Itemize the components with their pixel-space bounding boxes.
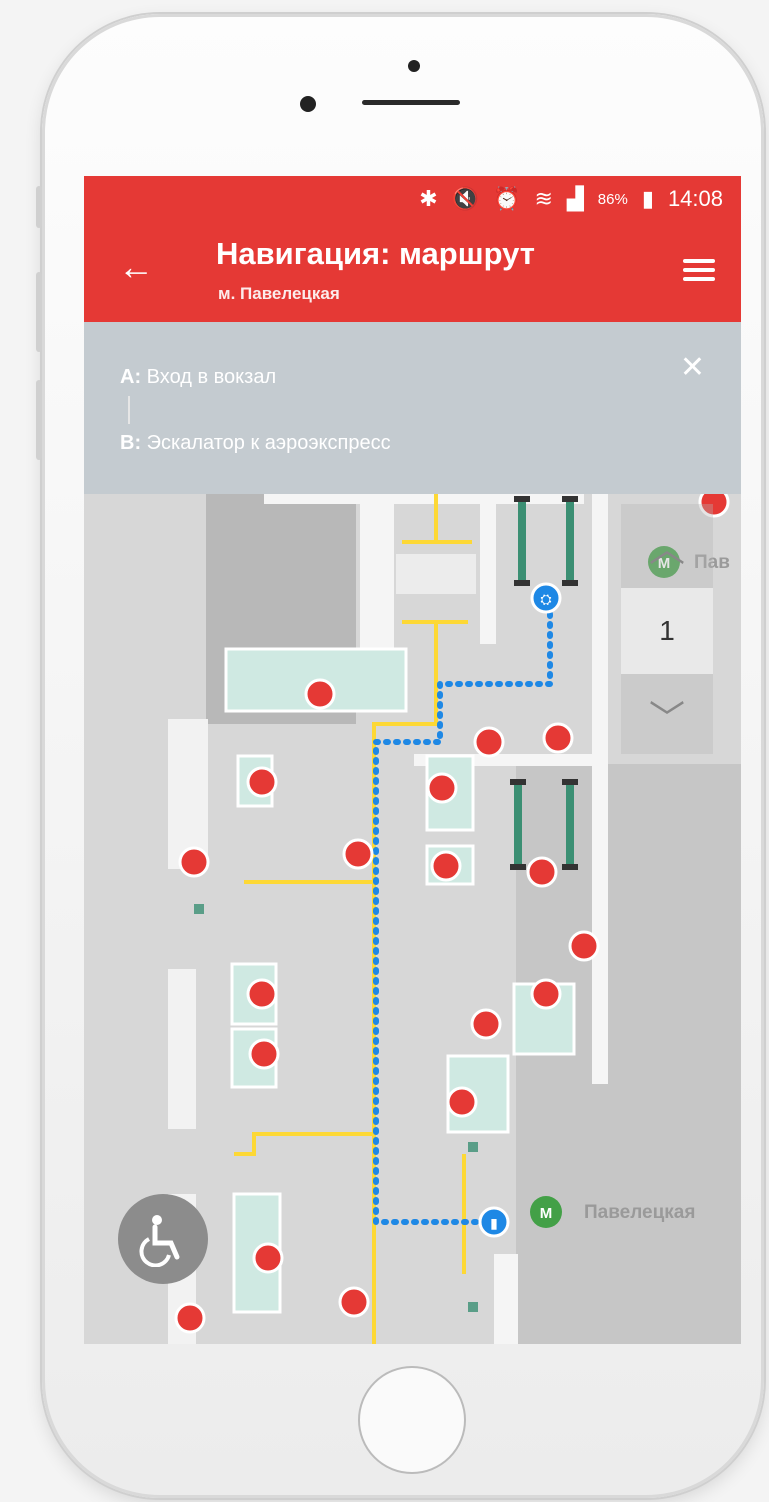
front-camera: [300, 96, 316, 112]
floor-up-chevron-icon[interactable]: ︿: [621, 504, 713, 588]
mute-icon: 🔇: [451, 186, 480, 211]
route-point-a: A: Вход в вокзал: [120, 366, 276, 389]
clock: 14:08: [667, 186, 723, 211]
volume-down-button: [36, 380, 42, 460]
escalator-start-marker: ⛭: [530, 582, 562, 614]
stairs: [396, 554, 476, 594]
wheelchair-icon: [139, 1215, 180, 1267]
wall: [168, 969, 196, 1129]
route-b-prefix: B:: [120, 432, 142, 454]
floor-number: 1: [621, 588, 713, 674]
battery-icon: ▮: [641, 186, 654, 211]
list-menu-icon[interactable]: [683, 254, 715, 286]
entrance-end-marker: ▮: [478, 1206, 510, 1238]
wall: [494, 1254, 518, 1344]
close-icon[interactable]: ✕: [680, 350, 705, 385]
metro-marker-bottom: M: [530, 1196, 562, 1228]
metro-label-bottom: Павелецкая: [584, 1202, 696, 1223]
svg-text:M: M: [540, 1205, 553, 1222]
wall: [264, 494, 584, 504]
app-bar: ✱ 🔇 ⏰ ≋ ▟ 86% ▮ 14:08 ← Навигация: маршр…: [84, 176, 741, 322]
back-arrow-icon[interactable]: ←: [118, 246, 154, 288]
route-a-prefix: A:: [120, 366, 142, 388]
signal-icon: ▟: [566, 186, 584, 211]
bluetooth-icon: ✱: [419, 186, 438, 211]
route-a-text: Вход в вокзал: [146, 366, 277, 388]
battery-percent: 86%: [597, 190, 628, 208]
indoor-map[interactable]: ⛭ ▮ M M Пав Павелецкая ︿ 1 ﹀: [84, 486, 741, 1344]
floor-selector: ︿ 1 ﹀: [621, 504, 713, 754]
wall: [480, 494, 496, 644]
route-point-b: B: Эскалатор к аэроэкспресс: [120, 432, 391, 455]
camera-icon: [408, 60, 420, 72]
svg-text:⛭: ⛭: [540, 591, 551, 607]
route-b-text: Эскалатор к аэроэкспресс: [146, 432, 391, 454]
route-panel: A: Вход в вокзал B: Эскалатор к аэроэксп…: [84, 322, 741, 494]
wifi-icon: ≋: [534, 186, 553, 211]
home-button[interactable]: [358, 1366, 466, 1474]
svg-text:▮: ▮: [490, 1215, 498, 1231]
wall: [360, 494, 394, 654]
wall: [592, 494, 608, 1084]
floor-down-chevron-icon[interactable]: ﹀: [621, 674, 713, 758]
status-bar: ✱ 🔇 ⏰ ≋ ▟ 86% ▮ 14:08: [419, 186, 723, 212]
route-connector: [128, 396, 130, 424]
earpiece-speaker: [362, 100, 460, 105]
page-subtitle: м. Павелецкая: [218, 284, 340, 303]
page-title: Навигация: маршрут: [216, 236, 535, 271]
accessibility-button[interactable]: [118, 1194, 208, 1284]
alarm-icon: ⏰: [493, 186, 521, 211]
wall: [168, 719, 208, 869]
app-screen: ✱ 🔇 ⏰ ≋ ▟ 86% ▮ 14:08 ← Навигация: маршр…: [84, 176, 741, 1344]
mute-switch: [36, 186, 42, 228]
volume-up-button: [36, 272, 42, 352]
